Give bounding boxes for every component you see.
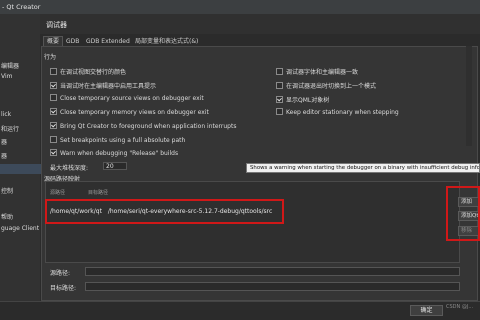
- checkbox-show-qml-object-tree[interactable]: 显示QML对象树: [276, 95, 330, 104]
- checkbox-absolute-breakpoints[interactable]: Set breakpoints using a full absolute pa…: [50, 136, 186, 145]
- checkbox-box[interactable]: [276, 108, 283, 115]
- column-header-source[interactable]: 源路径: [50, 189, 65, 196]
- sidebar-item-4[interactable]: 器: [1, 137, 7, 146]
- watermark: CSDN @J...: [446, 304, 474, 310]
- checkbox-warn-release-builds[interactable]: Warn when debugging "Release" builds: [50, 149, 179, 158]
- checkbox-keep-editor-stationary[interactable]: Keep editor stationary when stepping: [276, 108, 399, 117]
- checkbox-box[interactable]: [50, 82, 57, 89]
- target-path-label: 目标路径:: [50, 285, 77, 292]
- tooltip-release-warning: Shows a warning when starting the debugg…: [246, 163, 480, 173]
- checkbox-box[interactable]: [50, 108, 57, 115]
- checkbox-box[interactable]: [50, 136, 57, 143]
- checkbox-editor-tooltips[interactable]: 当调试时在主编辑器中启用工具提示: [50, 81, 157, 90]
- panel-scrollbar[interactable]: [466, 46, 472, 146]
- sidebar-item-lick[interactable]: lick: [1, 111, 11, 118]
- column-header-target[interactable]: 目标路径: [88, 189, 108, 196]
- dialog-footer: [0, 301, 480, 320]
- sidebar-item-build-run[interactable]: 和运行: [1, 124, 19, 133]
- checkbox-box[interactable]: [50, 122, 57, 129]
- sidebar-item-help[interactable]: 帮助: [1, 212, 13, 221]
- window-titlebar: - Qt Creator: [0, 0, 480, 14]
- target-path-input[interactable]: [85, 282, 460, 291]
- sidebar-item-5[interactable]: 器: [1, 151, 7, 160]
- checkbox-label: 在调试器退出时切换到上一个模式: [286, 83, 377, 90]
- source-path-input[interactable]: [85, 267, 460, 276]
- checkbox-font-follows-editor[interactable]: 调试器字体和主编辑器一致: [276, 67, 359, 76]
- checkbox-label: Close temporary source views on debugger…: [60, 95, 204, 102]
- window-title: - Qt Creator: [2, 3, 41, 11]
- checkbox-box[interactable]: [276, 82, 283, 89]
- checkbox-close-memory-views[interactable]: Close temporary memory views on debugger…: [50, 108, 209, 117]
- sidebar-item-language-client[interactable]: guage Client: [1, 225, 39, 232]
- settings-sidebar: 编辑器 Vim lick 和运行 器 器 控制 帮助 guage Client: [0, 14, 41, 320]
- checkbox-label: 显示QML对象树: [286, 97, 330, 104]
- checkbox-alternating-row-colors[interactable]: 在调试视图交替行的颜色: [50, 67, 127, 76]
- ok-button[interactable]: 确定: [410, 305, 443, 316]
- checkbox-label: Set breakpoints using a full absolute pa…: [60, 137, 186, 144]
- tab-locals-expressions[interactable]: 局部变量和表达式式(&): [131, 36, 202, 46]
- tab-gdb[interactable]: GDB: [62, 36, 83, 46]
- checkbox-label: Bring Qt Creator to foreground when appl…: [60, 123, 237, 130]
- checkbox-label: Close temporary memory views on debugger…: [60, 109, 209, 116]
- checkbox-bring-to-foreground[interactable]: Bring Qt Creator to foreground when appl…: [50, 122, 237, 131]
- checkbox-label: Warn when debugging "Release" builds: [60, 150, 179, 157]
- stack-depth-label: 最大堆栈深度:: [50, 165, 89, 172]
- checkbox-box[interactable]: [276, 96, 283, 103]
- checkbox-box[interactable]: [50, 68, 57, 75]
- sidebar-item-editor[interactable]: 编辑器: [1, 61, 19, 70]
- stack-depth-spinbox[interactable]: 20: [103, 162, 127, 170]
- checkbox-label: 调试器字体和主编辑器一致: [286, 69, 359, 76]
- behavior-group-label: 行为: [44, 54, 57, 61]
- tab-general[interactable]: 概要: [43, 36, 64, 46]
- highlight-annotation-row: [45, 199, 284, 224]
- checkbox-label: 在调试视图交替行的颜色: [60, 69, 127, 76]
- checkbox-box[interactable]: [276, 68, 283, 75]
- checkbox-box[interactable]: [50, 94, 57, 101]
- checkbox-close-source-views[interactable]: Close temporary source views on debugger…: [50, 94, 204, 103]
- tab-bar: 概要 GDB GDB Extended 局部变量和表达式式(&): [40, 34, 480, 46]
- tab-gdb-extended[interactable]: GDB Extended: [82, 36, 134, 46]
- page-title: 调试器: [46, 21, 67, 29]
- source-path-label: 源路径:: [50, 270, 71, 277]
- highlight-annotation-buttons: [446, 186, 480, 241]
- checkbox-box[interactable]: [50, 149, 57, 156]
- checkbox-label: 当调试时在主编辑器中启用工具提示: [60, 83, 157, 90]
- page-header: 调试器: [40, 14, 480, 34]
- sidebar-item-vim[interactable]: Vim: [1, 73, 12, 80]
- sidebar-item-version-control[interactable]: 控制: [1, 186, 13, 195]
- sidebar-item-debugger-selected[interactable]: [0, 164, 41, 174]
- checkbox-switch-mode-on-exit[interactable]: 在调试器退出时切换到上一个模式: [276, 81, 377, 90]
- checkbox-label: Keep editor stationary when stepping: [286, 109, 399, 116]
